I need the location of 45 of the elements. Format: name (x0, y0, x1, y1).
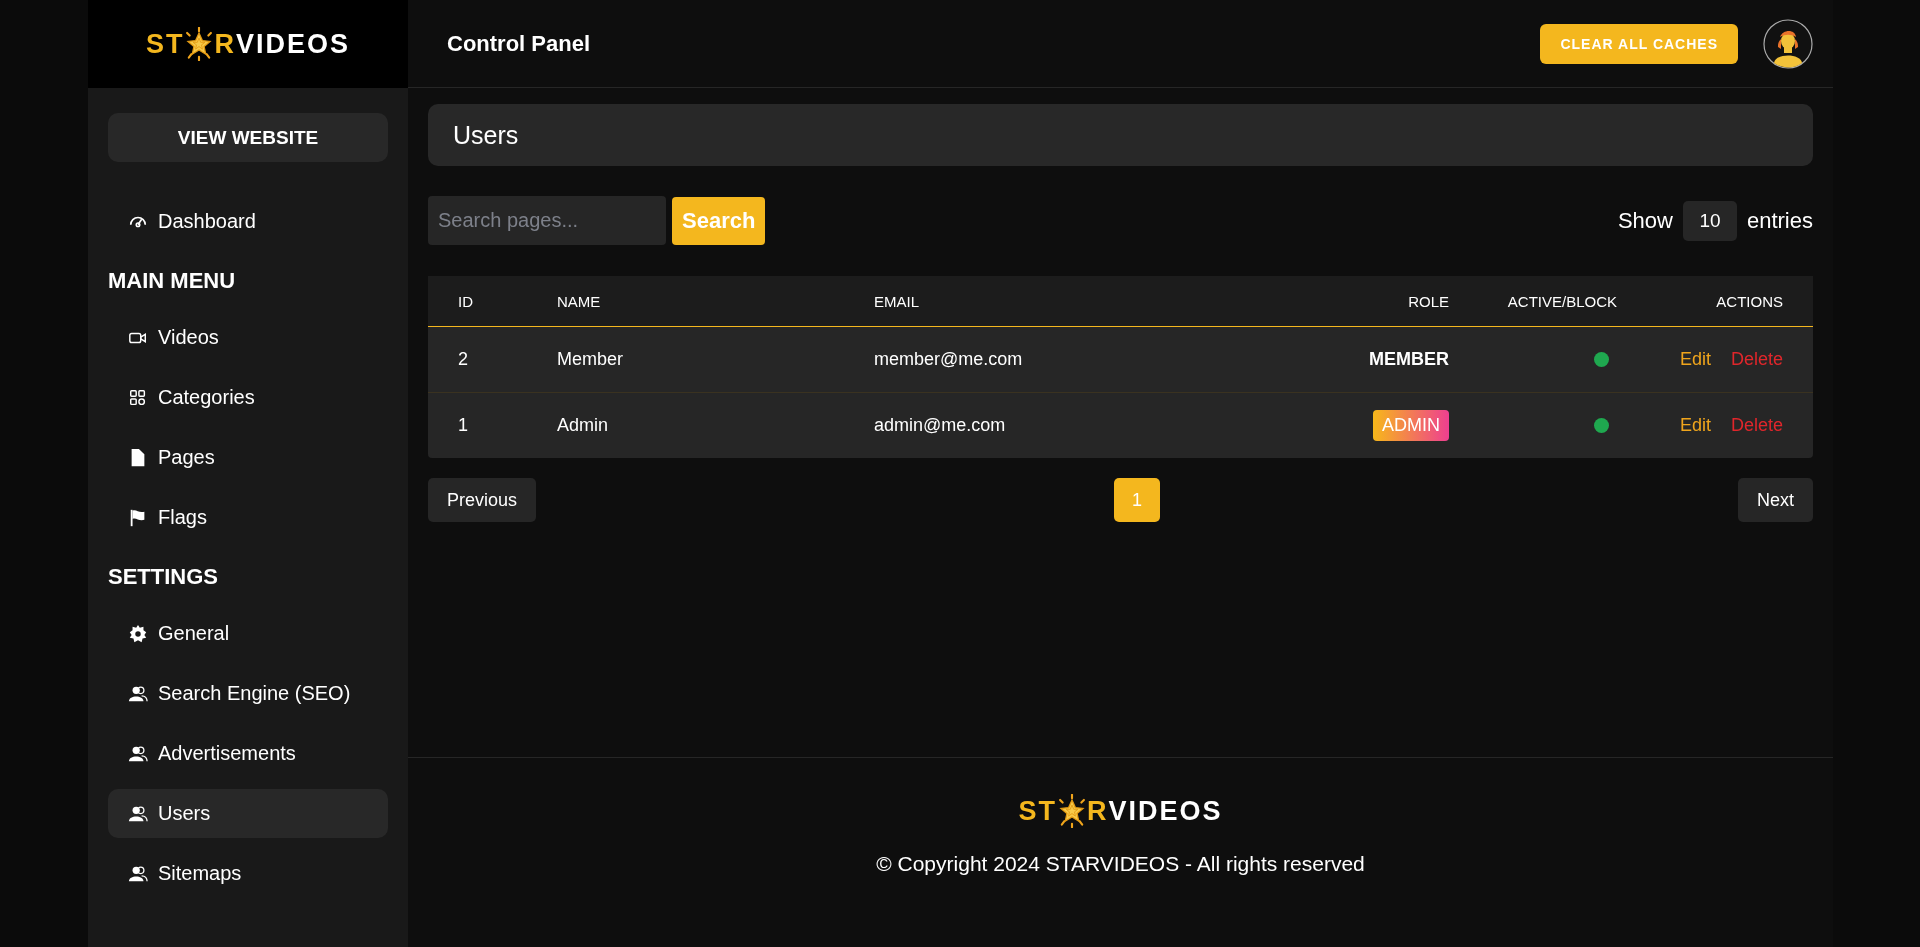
sidebar-item[interactable]: Users (108, 789, 388, 838)
edit-link[interactable]: Edit (1679, 349, 1711, 370)
header-title: Control Panel (447, 30, 591, 57)
entries-label: entries (1746, 207, 1813, 234)
name-cell-text: Admin (557, 415, 610, 436)
id-cell-text: 2 (458, 349, 469, 370)
sidebar-item[interactable]: Flags (108, 493, 388, 542)
column-header: ID (458, 292, 474, 310)
entries-field[interactable]: 10 (1682, 200, 1737, 241)
section-title: MAIN MENU (108, 268, 237, 294)
edit-link[interactable]: Edit (1679, 415, 1711, 436)
sidebar-item[interactable]: Search Engine (SEO) (108, 669, 388, 718)
sidebar-item[interactable]: Pages (108, 433, 388, 482)
section-title: SETTINGS (108, 564, 219, 590)
column-header: ACTIONS (1716, 292, 1783, 310)
avatar-icon[interactable] (1763, 18, 1813, 69)
menu-icon (128, 623, 148, 644)
status-dot[interactable] (1594, 352, 1609, 367)
column-header: NAME (557, 292, 602, 310)
previous-button[interactable]: Previous (428, 478, 537, 522)
role-badge: ADMIN (1373, 410, 1449, 441)
search-field[interactable]: Search pages... (428, 196, 666, 245)
starvideos-logo: ST RVIDEOS (1018, 794, 1223, 828)
page-title: Users (428, 104, 1813, 166)
menu-icon (128, 387, 148, 408)
email-cell-text: member@me.com (874, 349, 1024, 370)
column-header: ROLE (1408, 292, 1449, 310)
sidebar-item[interactable]: Videos (108, 313, 388, 362)
column-header: ACTIVE/BLOCK (1507, 292, 1617, 310)
column-header: EMAIL (874, 292, 920, 310)
show-label: Show (1617, 207, 1673, 234)
role-text: MEMBER (1369, 349, 1449, 370)
view-website-button[interactable]: VIEW WEBSITE (108, 113, 388, 162)
sidebar-item[interactable]: Categories (108, 373, 388, 422)
status-dot[interactable] (1594, 418, 1609, 433)
starvideos-logo: ST RVIDEOS (145, 27, 350, 61)
name-cell-text: Member (557, 349, 624, 370)
copyright-text: © Copyright 2024 STARVIDEOS - All rights reserved (876, 852, 1365, 876)
sidebar-item[interactable]: Dashboard (108, 197, 388, 246)
sidebar-item[interactable]: Advertisements (108, 729, 388, 778)
id-cell-text: 1 (458, 415, 469, 436)
sidebar-item[interactable]: General (108, 609, 388, 658)
next-button[interactable]: Next (1738, 478, 1813, 522)
email-cell-text: admin@me.com (874, 415, 1007, 436)
sidebar-item[interactable]: Sitemaps (108, 849, 388, 898)
